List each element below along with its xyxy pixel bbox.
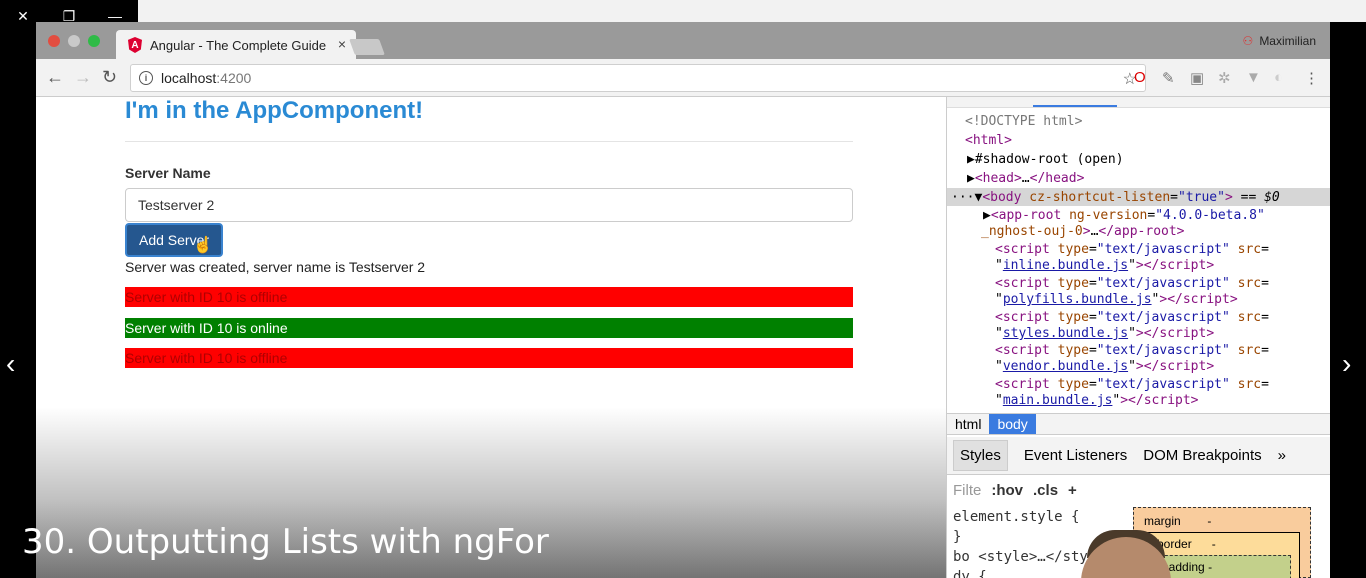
filter-input[interactable]: Filte (953, 482, 981, 499)
style-line: dy { (953, 569, 987, 578)
video-top-bar (138, 0, 1366, 22)
dom-line[interactable]: <script type="text/javascript" src= (995, 241, 1269, 258)
dom-line[interactable]: "polyfills.bundle.js"></script> (995, 291, 1238, 308)
dom-line[interactable]: _nghost-ouj-0>…</app-root> (981, 223, 1185, 240)
styles-filter-bar: Filte :hov .cls + (947, 477, 1113, 503)
tab-bar: A Angular - The Complete Guide × ⚇ Maxim… (36, 22, 1330, 60)
dom-line[interactable]: <script type="text/javascript" src= (995, 342, 1269, 359)
dom-line[interactable]: "vendor.bundle.js"></script> (995, 358, 1214, 375)
style-line: } (953, 529, 962, 545)
style-line: element.style { (953, 509, 1080, 525)
padding-box: padding - (1155, 555, 1291, 578)
tab-close-icon[interactable]: × (338, 36, 346, 52)
browser-window: A Angular - The Complete Guide × ⚇ Maxim… (36, 22, 1330, 578)
cls-toggle[interactable]: .cls (1033, 482, 1058, 499)
dom-line[interactable]: ▶<app-root ng-version="4.0.0-beta.8" (983, 207, 1265, 224)
traffic-lights (48, 35, 100, 47)
dom-line[interactable]: <script type="text/javascript" src= (995, 309, 1269, 326)
opera-icon[interactable]: O (1134, 69, 1146, 86)
url-port: :4200 (216, 70, 252, 86)
page-heading: I'm in the AppComponent! (125, 97, 424, 124)
reload-icon[interactable]: ↻ (102, 67, 117, 88)
info-icon[interactable]: i (139, 71, 153, 85)
vue-icon[interactable]: ▼ (1246, 69, 1261, 86)
user-profile[interactable]: ⚇ Maximilian (1243, 34, 1316, 48)
next-chevron-icon[interactable]: › (1342, 348, 1351, 380)
creation-message: Server was created, server name is Tests… (125, 259, 426, 275)
video-caption: 30. Outputting Lists with ngFor (22, 522, 549, 562)
dom-line[interactable]: "main.bundle.js"></script> (995, 392, 1199, 409)
dom-line-selected[interactable]: ···▼<body cz-shortcut-listen="true"> == … (951, 189, 1280, 206)
minimize-light-icon[interactable] (68, 35, 80, 47)
jb-icon[interactable]: ▣ (1190, 69, 1204, 87)
forward-arrow-icon[interactable]: → (74, 67, 92, 88)
dom-line[interactable]: "inline.bundle.js"></script> (995, 257, 1214, 274)
previous-chevron-icon[interactable]: ‹ (6, 348, 15, 380)
page-content: I'm in the AppComponent! Server Name Tes… (36, 97, 946, 578)
breadcrumb: html body (947, 413, 1330, 435)
user-name: Maximilian (1259, 34, 1316, 48)
address-bar[interactable]: i localhost:4200 ☆ (130, 64, 1146, 92)
url-host: localhost (161, 70, 217, 86)
add-rule-icon[interactable]: + (1068, 482, 1077, 499)
devtools-top-tabs (947, 97, 1330, 108)
dom-line[interactable]: ▶<head>…</head> (967, 170, 1084, 187)
hov-toggle[interactable]: :hov (991, 482, 1023, 499)
server-name-input[interactable]: Testserver 2 (125, 188, 853, 222)
server-item: Server with ID 10 is offline (125, 348, 853, 368)
new-tab-button[interactable] (349, 39, 385, 55)
tab-angular[interactable]: A Angular - The Complete Guide × (116, 30, 356, 60)
extension-grid-icon[interactable]: ✲ (1218, 69, 1231, 87)
dom-line[interactable]: <script type="text/javascript" src= (995, 275, 1269, 292)
server-item: Server with ID 10 is online (125, 318, 853, 338)
extension-icon[interactable]: ◐ (1274, 69, 1283, 86)
styles-rules: element.style {} bo <style>…</sty dy { (953, 507, 1088, 578)
style-line: bo <style>…</sty (953, 549, 1088, 565)
menu-kebab-icon[interactable]: ⋮ (1304, 69, 1319, 87)
margin-label: margin - (1144, 514, 1212, 528)
tab-dom-breakpoints[interactable]: DOM Breakpoints (1143, 447, 1261, 464)
dom-line[interactable]: <!DOCTYPE html> (965, 113, 1082, 130)
border-label: border - (1157, 537, 1216, 551)
browser-toolbar: ← → ↻ i localhost:4200 ☆ O ✎ ▣ ✲ ▼ ◐ ⋮ (36, 59, 1330, 97)
hand-cursor-icon: ☝ (193, 237, 213, 254)
back-arrow-icon[interactable]: ← (46, 67, 64, 88)
tab-styles[interactable]: Styles (953, 440, 1008, 471)
server-item: Server with ID 10 is offline (125, 287, 853, 307)
profile-icon: ⚇ (1242, 34, 1254, 48)
tab-event-listeners[interactable]: Event Listeners (1024, 447, 1127, 464)
zoom-light-icon[interactable] (88, 35, 100, 47)
devtools-panel: <!DOCTYPE html> <html> ▶#shadow-root (op… (946, 97, 1330, 578)
dom-line[interactable]: <html> (965, 132, 1012, 149)
close-light-icon[interactable] (48, 35, 60, 47)
dom-line[interactable]: ▶#shadow-root (open) (967, 151, 1124, 168)
more-tabs-icon[interactable]: » (1278, 447, 1286, 464)
server-name-label: Server Name (125, 165, 211, 181)
dom-line[interactable]: "styles.bundle.js"></script> (995, 325, 1214, 342)
breadcrumb-html[interactable]: html (947, 414, 989, 434)
divider (125, 141, 853, 142)
tab-title: Angular - The Complete Guide (150, 37, 327, 53)
eyedropper-icon[interactable]: ✎ (1162, 69, 1175, 87)
dom-line[interactable]: <script type="text/javascript" src= (995, 376, 1269, 393)
breadcrumb-body[interactable]: body (989, 414, 1036, 434)
devtools-panel-tabs: Styles Event Listeners DOM Breakpoints » (947, 437, 1330, 475)
angular-icon: A (128, 37, 142, 53)
screen: ✕ ❐ — A Angular - The Complete Guide × ⚇… (0, 0, 1366, 578)
